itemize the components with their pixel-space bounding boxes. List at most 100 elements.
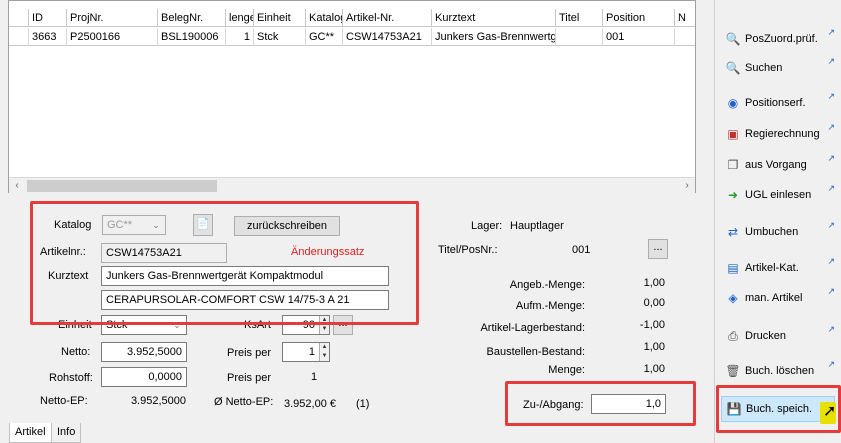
rohstoff-label: Rohstoff: — [49, 372, 93, 384]
corner-arrow-icon: ↗ — [827, 91, 835, 101]
column-header-position[interactable]: Position — [603, 9, 675, 27]
drucken-label: Drucken — [745, 330, 786, 342]
drucken-button[interactable]: ⎙ Drucken ↗ — [721, 324, 835, 350]
buch-speich-button[interactable]: 💾 Buch. speich. — [721, 396, 835, 422]
column-header-artikelnr[interactable]: Artikel-Nr. — [343, 9, 432, 27]
cell-kurztext[interactable]: Junkers Gas-Brennwertge — [432, 28, 556, 46]
netto-ep-label: Netto-EP: — [40, 395, 88, 407]
catalog-icon: ▤ — [727, 261, 739, 275]
preis-per-stepper[interactable]: 1 ▲ ▼ — [282, 342, 330, 362]
ksart-spin[interactable]: ▲ ▼ — [319, 316, 329, 334]
table-row[interactable]: 3663 P2500166 BSL190006 1 Stck GC** CSW1… — [9, 28, 695, 46]
grid-header: ID ProjNr. BelegNr. lenge Einheit Katalo… — [9, 9, 695, 27]
netto-field[interactable]: 3.952,5000 — [101, 342, 187, 362]
kurztext-line2-field[interactable]: CERAPURSOLAR-COMFORT CSW 14/75-3 A 21 — [101, 290, 389, 310]
transfer-icon: ⇄ — [727, 225, 739, 239]
cell-projnr[interactable]: P2500166 — [67, 28, 158, 46]
corner-arrow-icon: ↗ — [827, 359, 835, 369]
aufm-menge-label: Aufm.-Menge: — [515, 300, 585, 312]
ksart-more-button[interactable]: ... — [333, 315, 353, 335]
cell-katalog[interactable]: GC** — [306, 28, 343, 46]
buch-speich-label: Buch. speich. — [746, 403, 813, 415]
column-header-titel[interactable]: Titel — [556, 9, 603, 27]
zuabgang-field[interactable]: 1,0 — [591, 394, 666, 414]
zuabgang-label: Zu-/Abgang: — [523, 399, 584, 411]
titelpos-value: 001 — [572, 244, 591, 256]
column-header-id[interactable]: ID — [29, 9, 67, 27]
tab-artikel[interactable]: Artikel — [9, 423, 52, 443]
document-copy-icon: ❐ — [727, 158, 739, 172]
column-header-n[interactable]: N — [675, 9, 695, 27]
einheit-label: Einheit — [58, 319, 92, 331]
menge-value: 1,00 — [643, 363, 665, 375]
aus-vorgang-label: aus Vorgang — [745, 159, 807, 171]
cell-position[interactable]: 001 — [603, 28, 675, 46]
cell-titel[interactable] — [556, 28, 603, 46]
cell-belegnr[interactable]: BSL190006 — [158, 28, 226, 46]
preis-per2-label: Preis per — [227, 372, 272, 384]
zurueckschreiben-button[interactable]: zurückschreiben — [234, 216, 340, 236]
titelpos-more-button[interactable]: ... — [648, 239, 668, 259]
cell-id[interactable]: 3663 — [29, 28, 67, 46]
artikel-kat-label: Artikel-Kat. — [745, 262, 799, 274]
artikel-kat-button[interactable]: ▤ Artikel-Kat. ↗ — [721, 256, 835, 282]
cell-menge[interactable]: 1 — [226, 28, 254, 46]
scroll-right-icon[interactable]: › — [680, 179, 694, 193]
tab-info[interactable]: Info — [51, 423, 82, 443]
einheit-value: Stck — [106, 319, 128, 331]
preis-per-spin[interactable]: ▲ ▼ — [319, 343, 329, 361]
ugl-einlesen-button[interactable]: ➜ UGL einlesen ↗ — [721, 183, 835, 209]
kurztext-label: Kurztext — [48, 270, 89, 282]
scrollbar-thumb[interactable] — [27, 180, 217, 192]
rohstoff-field[interactable]: 0,0000 — [101, 367, 187, 387]
suchen-button[interactable]: 🔍 Suchen ↗ — [721, 56, 835, 82]
aufm-menge-value: 0,00 — [643, 297, 665, 309]
manual-article-icon: ◈ — [728, 291, 738, 305]
document-add-button[interactable]: 📄 — [193, 214, 213, 236]
positionserf-label: Positionserf. — [745, 97, 806, 109]
ksart-stepper[interactable]: 90 ▲ ▼ — [282, 315, 330, 335]
column-header-belegnr[interactable]: BelegNr. — [158, 9, 226, 27]
action-panel: 🔍 PosZuord.prüf. ↗ 🔍 Suchen ↗ ◉ Position… — [714, 0, 841, 443]
scroll-left-icon[interactable]: ‹ — [10, 179, 24, 193]
artikelnr-field[interactable]: CSW14753A21 — [101, 243, 227, 263]
preis-per2-value: 1 — [311, 371, 318, 383]
save-disk-icon: 💾 — [726, 402, 742, 416]
column-header-katalog[interactable]: Katalog — [306, 9, 343, 27]
corner-arrow-icon: ↗ — [827, 56, 835, 66]
horizontal-scrollbar[interactable]: ‹ › — [9, 177, 695, 193]
column-header-einheit[interactable]: Einheit — [254, 9, 306, 27]
spin-down-icon[interactable]: ▼ — [320, 325, 329, 334]
document-plus-icon: 📄 — [196, 218, 210, 230]
row-indicator[interactable] — [9, 28, 29, 46]
suchen-label: Suchen — [745, 62, 783, 74]
regierechnung-button[interactable]: ▣ Regierechnung ↗ — [721, 122, 835, 148]
ksart-label: KsArt — [244, 319, 271, 331]
positionserf-button[interactable]: ◉ Positionserf. ↗ — [721, 91, 835, 117]
poszuord-pruef-button[interactable]: 🔍 PosZuord.prüf. ↗ — [721, 27, 835, 53]
katalog-select[interactable]: GC** ⌄ — [102, 215, 166, 235]
position-icon: ◉ — [727, 96, 739, 110]
preis-per-label: Preis per — [227, 347, 272, 359]
corner-arrow-icon: ↗ — [827, 220, 835, 230]
buch-loeschen-button[interactable]: 🗑 Buch. löschen ↗ — [721, 359, 835, 385]
spin-down-icon[interactable]: ▼ — [320, 352, 329, 361]
kurztext-line1-field[interactable]: Junkers Gas-Brennwertgerät Kompaktmodul — [101, 266, 389, 286]
cell-einheit[interactable]: Stck — [254, 28, 306, 46]
umbuchen-button[interactable]: ⇄ Umbuchen ↗ — [721, 220, 835, 246]
column-header-menge[interactable]: lenge — [226, 9, 254, 27]
aus-vorgang-button[interactable]: ❐ aus Vorgang ↗ — [721, 153, 835, 179]
lager-value: Hauptlager — [510, 220, 564, 232]
cell-n[interactable] — [675, 28, 695, 46]
cell-artikelnr[interactable]: CSW14753A21 — [343, 28, 432, 46]
lagerbestand-label: Artikel-Lagerbestand: — [480, 322, 585, 334]
spin-up-icon[interactable]: ▲ — [320, 316, 329, 325]
column-header-kurztext[interactable]: Kurztext — [432, 9, 556, 27]
corner-arrow-icon: ↗ — [827, 27, 835, 37]
corner-arrow-icon: ↗ — [827, 256, 835, 266]
column-header-projnr[interactable]: ProjNr. — [67, 9, 158, 27]
spin-up-icon[interactable]: ▲ — [320, 343, 329, 352]
einheit-select[interactable]: Stck ⌄ — [101, 315, 187, 335]
grid-row-indicator-header — [9, 9, 29, 27]
man-artikel-button[interactable]: ◈ man. Artikel ↗ — [721, 286, 835, 312]
